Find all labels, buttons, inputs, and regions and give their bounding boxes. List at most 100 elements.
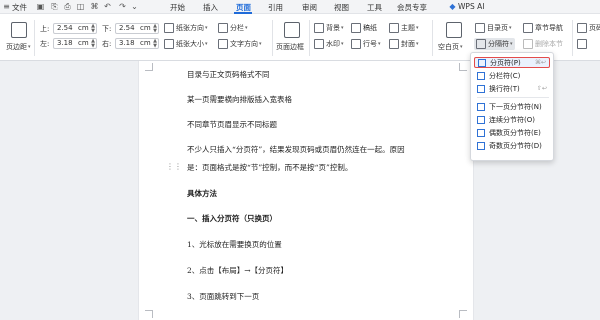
divider (432, 20, 433, 56)
theme-button[interactable]: 主题 ▾ (389, 23, 419, 33)
right-margin-label: 右: (102, 40, 112, 48)
paragraph[interactable]: 1、光标放在需要换页的位置 (187, 239, 282, 250)
document-page[interactable]: 目录与正文页码格式不同 某一页需要横向排版插入宽表格 不同章节页眉显示不同标题 … (138, 61, 474, 320)
text-direction-button[interactable]: 文字方向 ▾ (218, 39, 262, 49)
menu-bar: ≡ 文件 ▣ ⎘ ⎙ ◫ ⌘ ↶ ↷ ⌄ 开始 插入 页面 引用 审阅 视图 工… (0, 0, 600, 14)
blank-page-icon (446, 22, 462, 38)
preview-icon[interactable]: ◫ (76, 2, 85, 11)
paragraph[interactable]: 不少人只插入“分页符”，结果发现页码或页眉仍然连在一起。原因 (187, 144, 405, 155)
section-nav-label: 章节导航 (535, 24, 563, 32)
bottom-margin-value: 2.54 (119, 24, 135, 32)
cover-icon (389, 39, 399, 49)
spinner-icon[interactable]: ▲ ▼ (91, 24, 95, 34)
breaks-dropdown-menu: 分页符(P) ⌘↩ 分栏符(C) 换行符(T) ⇧↩ 下一页分节符(N) 连续分… (470, 52, 554, 161)
undo-icon[interactable]: ↶ (103, 2, 112, 11)
blank-page-button[interactable]: 空白页 ▾ (438, 42, 463, 52)
tab-wps-ai[interactable]: WPS AI (458, 2, 484, 11)
tab-member[interactable]: 会员专享 (397, 2, 427, 13)
paragraph[interactable]: 2、点击【布局】→【分页符】 (187, 265, 288, 276)
top-margin-value: 2.54 (57, 24, 73, 32)
spinner-icon[interactable]: ▲ ▼ (153, 39, 157, 49)
section-nav-button[interactable]: 章节导航 (523, 23, 563, 33)
line-numbers-button[interactable]: 行号 ▾ (351, 39, 381, 49)
toc-page-button[interactable]: 目录页 ▾ (475, 23, 512, 33)
menu-item-label: 奇数页分节符(D) (489, 141, 542, 150)
delete-section-label: 删除本节 (535, 40, 563, 48)
unit-label: cm (140, 39, 151, 47)
page-corner-mark (459, 63, 467, 71)
columns-icon (218, 23, 228, 33)
bottom-margin-field[interactable]: 2.54 cm ▲ ▼ (115, 23, 159, 34)
page-corner-mark (145, 310, 153, 318)
tab-tools[interactable]: 工具 (367, 2, 382, 13)
format-painter-icon[interactable]: ⌘ (90, 2, 99, 11)
watermark-icon (314, 39, 324, 49)
menu-item-label: 分栏符(C) (489, 71, 521, 80)
margins-icon (11, 22, 27, 38)
print-icon[interactable]: ⎙ (63, 2, 72, 11)
page-corner-mark (145, 63, 153, 71)
text-direction-label: 文字方向 (230, 40, 258, 48)
breaks-button[interactable]: 分隔符 ▾ (474, 38, 515, 50)
left-margin-field[interactable]: 3.18 cm ▲ ▼ (53, 38, 97, 49)
right-margin-field[interactable]: 3.18 cm ▲ ▼ (115, 38, 159, 49)
file-menu[interactable]: 文件 (12, 2, 27, 13)
page-border-button[interactable]: 页面边框 (276, 42, 304, 52)
delete-section-button[interactable]: 删除本节 (523, 39, 563, 49)
spinner-icon[interactable]: ▲ ▼ (153, 24, 157, 34)
top-margin-field[interactable]: 2.54 cm ▲ ▼ (53, 23, 97, 34)
menu-icon[interactable]: ≡ (2, 2, 11, 11)
menu-item-even-page-section[interactable]: 偶数页分节符(E) (474, 127, 550, 138)
orientation-icon (164, 23, 174, 33)
redo-icon[interactable]: ↷ (118, 2, 127, 11)
menu-item-label: 偶数页分节符(E) (489, 128, 541, 137)
menu-item-column-break[interactable]: 分栏符(C) (474, 70, 550, 81)
watermark-label: 水印 (326, 40, 340, 48)
overflow-button[interactable] (577, 39, 589, 49)
page-border-label: 页面边框 (276, 43, 304, 51)
manuscript-button[interactable]: 稿纸 (351, 23, 377, 33)
unit-label: cm (78, 24, 89, 32)
orientation-button[interactable]: 纸张方向 ▾ (164, 23, 208, 33)
even-page-section-icon (477, 128, 485, 137)
paper-size-button[interactable]: 纸张大小 ▾ (164, 39, 208, 49)
cover-button[interactable]: 封面 ▾ (389, 39, 419, 49)
drag-handle-icon[interactable]: ⋮⋮ (166, 162, 182, 171)
export-icon[interactable]: ⎘ (50, 2, 59, 11)
menu-item-line-break[interactable]: 换行符(T) ⇧↩ (474, 83, 550, 94)
spinner-icon[interactable]: ▲ ▼ (91, 39, 95, 49)
tab-review[interactable]: 审阅 (302, 2, 317, 13)
paragraph[interactable]: 3、页面跳转到下一页 (187, 291, 259, 302)
menu-item-next-page-section[interactable]: 下一页分节符(N) (474, 101, 550, 112)
paragraph[interactable]: 某一页需要横向排版插入宽表格 (187, 94, 292, 105)
columns-button[interactable]: 分栏 ▾ (218, 23, 248, 33)
line-break-icon (477, 84, 485, 93)
tab-references[interactable]: 引用 (268, 2, 283, 13)
theme-icon (389, 23, 399, 33)
save-icon[interactable]: ▣ (36, 2, 45, 11)
odd-page-section-icon (477, 141, 485, 150)
section-nav-icon (523, 23, 533, 33)
tab-insert[interactable]: 插入 (203, 2, 218, 13)
page-break-icon (478, 58, 486, 67)
margins-button[interactable]: 页边距 ▾ (6, 42, 31, 52)
background-button[interactable]: 背景 ▾ (314, 23, 344, 33)
menu-item-odd-page-section[interactable]: 奇数页分节符(D) (474, 140, 550, 151)
watermark-button[interactable]: 水印 ▾ (314, 39, 344, 49)
menu-item-label: 下一页分节符(N) (489, 102, 542, 111)
page-number-icon (577, 23, 587, 33)
tab-home[interactable]: 开始 (170, 2, 185, 13)
paragraph[interactable]: 目录与正文页码格式不同 (187, 69, 270, 80)
menu-item-page-break[interactable]: 分页符(P) ⌘↩ (474, 57, 550, 68)
text-direction-icon (218, 39, 228, 49)
section-heading[interactable]: 具体方法 (187, 188, 217, 199)
page-number-button[interactable]: 页码 (577, 23, 600, 33)
left-margin-label: 左: (40, 40, 50, 48)
section-heading[interactable]: 一、插入分页符（只换页） (187, 213, 277, 224)
tab-view[interactable]: 视图 (334, 2, 349, 13)
paragraph[interactable]: 不同章节页眉显示不同标题 (187, 119, 277, 130)
more-icon[interactable]: ⌄ (130, 2, 139, 11)
paragraph[interactable]: 是：页面格式是按“节”控制，而不是按“页”控制。 (187, 162, 352, 173)
delete-section-icon (523, 39, 533, 49)
menu-item-continuous-section[interactable]: 连续分节符(O) (474, 114, 550, 125)
